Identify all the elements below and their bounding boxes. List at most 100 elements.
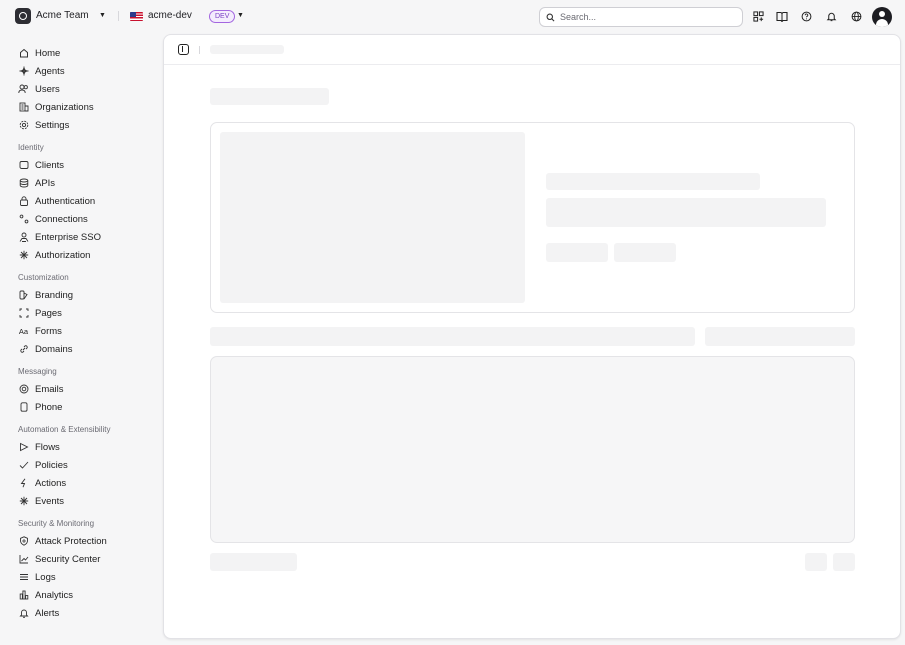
sidebar-item-events[interactable]: Events [18,493,64,509]
sidebar-item-flows[interactable]: Flows [18,439,60,455]
sidebar-item-label: Connections [35,213,88,225]
sidebar-item-agents[interactable]: Agents [18,63,65,79]
sidebar-item-actions[interactable]: Actions [18,475,66,491]
sidebar-item-forms[interactable]: Aa Forms [18,323,62,339]
flow-icon [18,442,29,453]
sidebar-item-label: Actions [35,477,67,489]
env-chevron-down-icon[interactable]: ▼ [237,12,244,19]
sidebar-item-label: Agents [35,65,65,77]
forms-icon: Aa [18,326,29,336]
window-icon [18,160,29,171]
team-switcher[interactable]: Acme Team [36,10,89,21]
sidebar-item-phone[interactable]: Phone [18,399,62,415]
sidebar-item-label: Attack Protection [35,535,107,547]
notifications-bell-icon[interactable] [824,9,838,23]
globe-icon[interactable] [849,9,863,23]
building-icon [18,102,29,113]
text-skeleton [546,198,826,227]
section-label-automation: Automation & Extensibility [18,425,111,434]
section-label-customization: Customization [18,273,69,282]
section-label-messaging: Messaging [18,367,57,376]
sidebar-item-organizations[interactable]: Organizations [18,99,94,115]
phone-icon [18,402,29,413]
sidebar-item-label: Enterprise SSO [35,231,101,243]
divider [199,46,200,54]
lock-icon [18,196,29,207]
apps-icon[interactable] [751,9,765,23]
sidebar-item-clients[interactable]: Clients [18,157,64,173]
sidebar-item-authorization[interactable]: Authorization [18,247,90,263]
sidebar-toggle-icon[interactable] [178,44,189,55]
section-label-security: Security & Monitoring [18,519,95,528]
sidebar-item-alerts[interactable]: Alerts [18,605,59,621]
sidebar-item-enterprise-sso[interactable]: Enterprise SSO [18,229,101,245]
gear-icon [18,120,29,131]
sidebar-item-label: Flows [35,441,60,453]
sidebar-item-attack-protection[interactable]: Attack Protection [18,533,107,549]
sidebar-item-label: Clients [35,159,65,171]
at-icon [18,384,29,395]
sidebar-item-label: Forms [35,325,62,337]
sidebar-item-label: Alerts [35,607,60,619]
section-label-identity: Identity [18,143,44,152]
divider [118,11,119,21]
sidebar-item-authentication[interactable]: Authentication [18,193,95,209]
sidebar-item-label: APIs [35,177,56,189]
sidebar-item-branding[interactable]: Branding [18,287,73,303]
help-icon[interactable] [799,9,813,23]
sidebar-item-label: Security Center [35,553,101,565]
button-skeleton [614,243,676,262]
sidebar-item-settings[interactable]: Settings [18,117,69,133]
sidebar-item-domains[interactable]: Domains [18,341,73,357]
sidebar-item-connections[interactable]: Connections [18,211,88,227]
sidebar: Home Agents Users Organizations Settings… [0,40,160,640]
sidebar-item-label: Emails [35,383,64,395]
branding-icon [18,290,29,301]
sidebar-item-label: Authorization [35,249,91,261]
docs-book-icon[interactable] [775,9,789,23]
sidebar-item-apis[interactable]: APIs [18,175,55,191]
sidebar-item-analytics[interactable]: Analytics [18,587,73,603]
sidebar-item-emails[interactable]: Emails [18,381,64,397]
environment-switcher[interactable]: acme-dev [148,10,192,21]
team-logo-icon[interactable] [15,8,31,24]
user-avatar[interactable] [872,7,892,27]
breadcrumb-skeleton [210,45,284,54]
sidebar-item-pages[interactable]: Pages [18,305,62,321]
pagination-skeleton [210,553,297,571]
search-input[interactable] [560,12,730,22]
sidebar-item-label: Analytics [35,589,74,601]
connections-icon [18,214,29,225]
sidebar-item-home[interactable]: Home [18,45,60,61]
home-icon [18,48,29,59]
pages-icon [18,308,29,319]
asterisk-icon [18,250,29,261]
check-icon [18,460,29,471]
sidebar-item-security-center[interactable]: Security Center [18,551,100,567]
sidebar-item-users[interactable]: Users [18,81,60,97]
sidebar-item-label: Settings [35,119,70,131]
sparkle-icon [18,66,29,77]
team-chevron-down-icon[interactable]: ▼ [99,12,106,19]
users-icon [18,84,29,95]
button-skeleton [546,243,608,262]
toolbar-skeleton [210,327,695,346]
sidebar-item-label: Policies [35,459,68,471]
sidebar-item-label: Branding [35,289,74,301]
sso-icon [18,232,29,243]
text-skeleton [546,173,760,190]
shield-icon [18,536,29,547]
main-panel [163,34,901,639]
events-icon [18,496,29,507]
sidebar-item-label: Authentication [35,195,96,207]
sidebar-item-label: Phone [35,401,63,413]
search-box[interactable] [539,7,743,27]
pagination-button-skeleton [805,553,827,571]
chart-line-icon [18,554,29,565]
sidebar-item-label: Pages [35,307,62,319]
toolbar-skeleton [705,327,855,346]
sidebar-item-policies[interactable]: Policies [18,457,68,473]
sidebar-item-logs[interactable]: Logs [18,569,56,585]
pagination-button-skeleton [833,553,855,571]
link-icon [18,344,29,355]
